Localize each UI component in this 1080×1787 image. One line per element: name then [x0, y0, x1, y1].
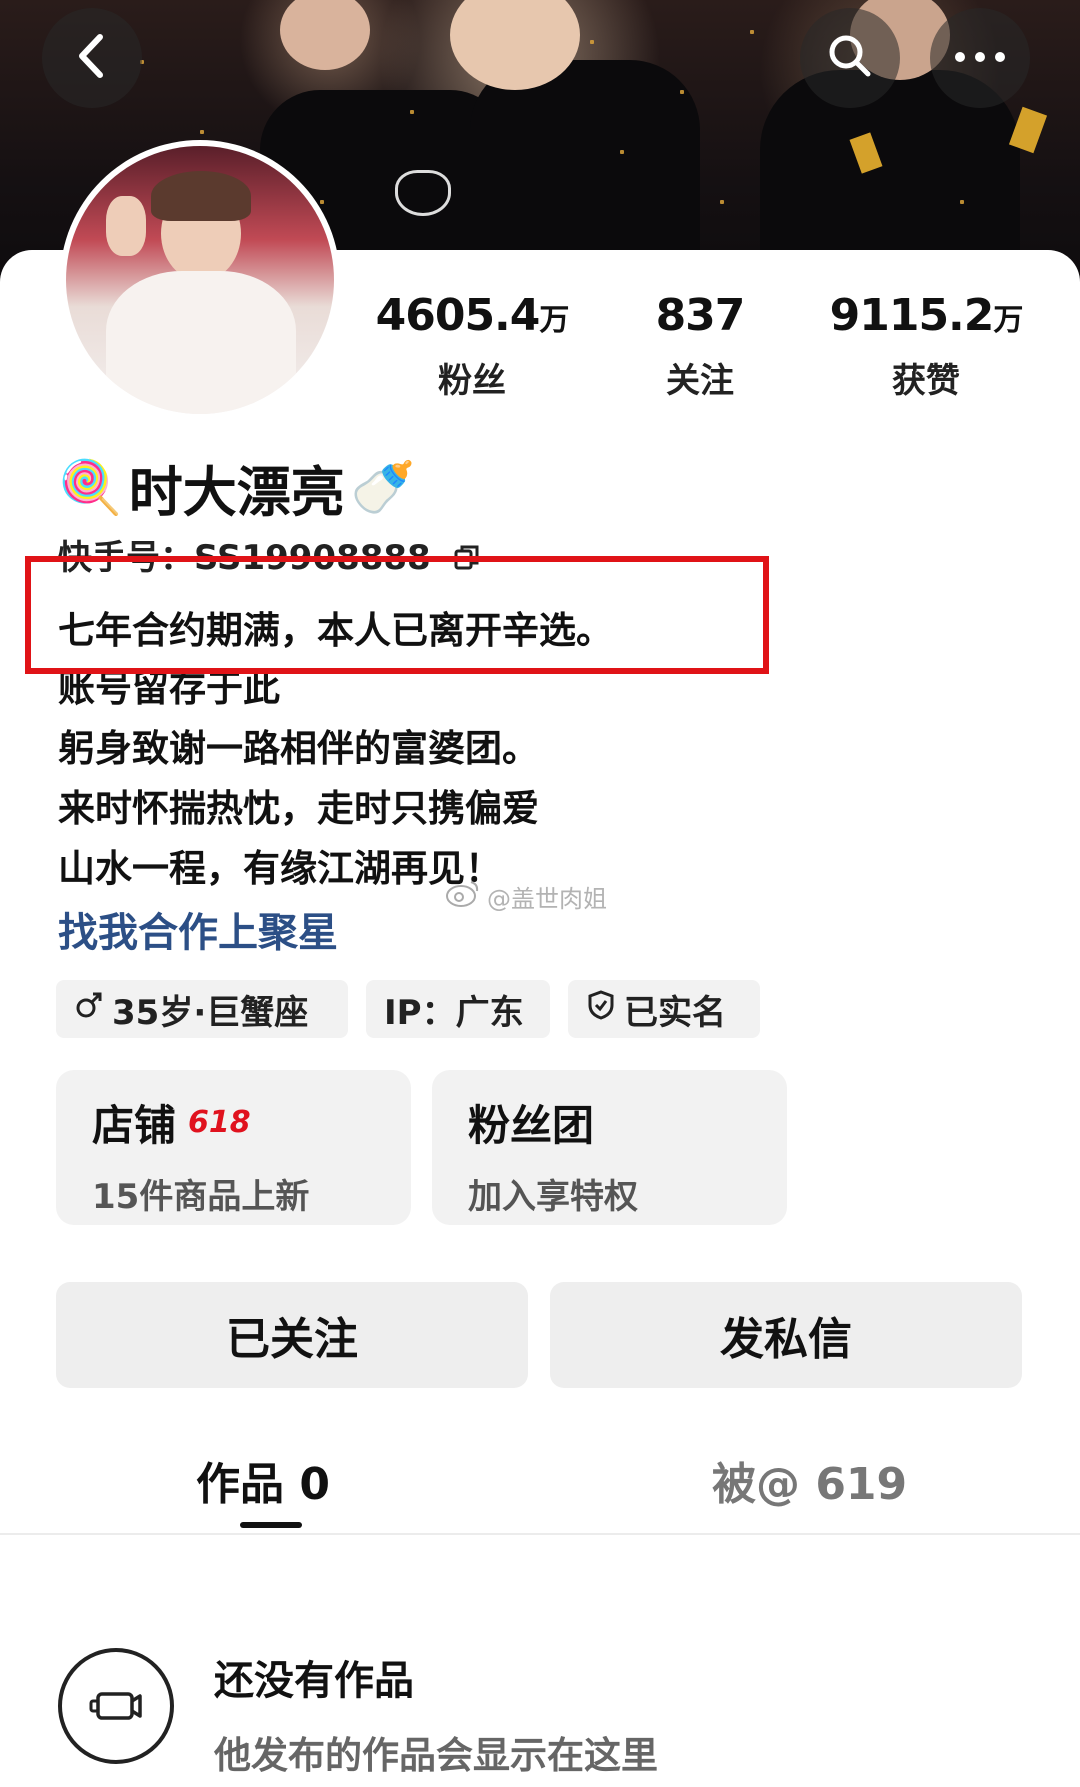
stat-likes[interactable]: 9115.2万 获赞 [826, 290, 1026, 402]
confetti [960, 200, 964, 204]
tabs-divider [0, 1533, 1080, 1535]
fan-club-card[interactable]: 粉丝团 加入享特权 [432, 1070, 787, 1225]
active-tab-indicator [240, 1522, 302, 1528]
watermark-text: @盖世肉姐 [487, 884, 607, 913]
search-icon [825, 31, 875, 85]
stat-label: 关注 [666, 361, 734, 401]
stat-value: 9115.2万 [829, 290, 1024, 341]
tab-mentions[interactable]: 被@ 619 [712, 1448, 907, 1512]
confetti [750, 30, 754, 34]
more-button[interactable] [930, 8, 1030, 108]
confetti [620, 150, 624, 154]
back-button[interactable] [42, 8, 142, 108]
empty-state-title: 还没有作品 [214, 1658, 414, 1704]
stat-value: 837 [655, 290, 746, 341]
avatar-image [66, 146, 334, 414]
ip-tag-text: IP：广东 [384, 992, 524, 1033]
verified-tag[interactable]: 已实名 [568, 980, 760, 1038]
confetti [720, 200, 724, 204]
avatar-hand [106, 196, 146, 256]
profile-name: 时大漂亮 [128, 461, 345, 524]
bio-line: 山水一程，有缘江湖再见！ [58, 847, 502, 890]
search-button[interactable] [800, 8, 900, 108]
confetti [590, 40, 594, 44]
following-button[interactable]: 已关注 [56, 1282, 528, 1388]
stat-fans[interactable]: 4605.4万 粉丝 [372, 290, 572, 402]
bio-line: 躬身致谢一路相伴的富婆团。 [58, 727, 539, 770]
name-row: 🍭 时大漂亮 🍼 [58, 448, 416, 527]
confetti [200, 130, 204, 134]
stat-following[interactable]: 837 关注 [600, 290, 800, 402]
video-camera-icon [58, 1648, 174, 1764]
cover-brooch [395, 170, 451, 216]
confetti [680, 90, 684, 94]
male-icon [74, 989, 104, 1029]
highlight-box [25, 556, 769, 674]
stat-label: 获赞 [892, 361, 960, 401]
fan-club-card-subtitle: 加入享特权 [468, 1177, 638, 1217]
bio-line: 来时怀揣热忱，走时只携偏爱 [58, 787, 539, 830]
verified-tag-text: 已实名 [624, 992, 726, 1033]
fan-club-card-label: 粉丝团 [468, 1101, 595, 1150]
shop-card-label: 店铺 [92, 1101, 177, 1150]
age-tag: 35岁·巨蟹座 [56, 980, 348, 1038]
watermark: @盖世肉姐 [445, 878, 607, 914]
618-badge: 618 [188, 1105, 251, 1140]
weibo-icon [445, 878, 481, 914]
avatar-hair [151, 171, 251, 221]
shop-card-title: 店铺 618 [92, 1092, 375, 1153]
message-button[interactable]: 发私信 [550, 1282, 1022, 1388]
tab-works[interactable]: 作品 0 [196, 1448, 330, 1512]
cooperation-link[interactable]: 找我合作上聚星 [58, 900, 338, 958]
stat-value: 4605.4万 [375, 290, 570, 341]
shop-card-subtitle: 15件商品上新 [92, 1177, 310, 1217]
avatar-body [106, 271, 296, 414]
cover-accent [1008, 106, 1048, 154]
ip-tag: IP：广东 [366, 980, 550, 1038]
confetti [410, 110, 414, 114]
lollipop-icon: 🍭 [58, 458, 123, 518]
stat-label: 粉丝 [438, 361, 506, 401]
age-tag-text: 35岁·巨蟹座 [112, 992, 309, 1033]
confetti [320, 200, 324, 204]
baby-bottle-icon: 🍼 [350, 458, 416, 518]
fan-club-card-title: 粉丝团 [468, 1092, 751, 1153]
avatar[interactable] [60, 140, 340, 420]
shield-check-icon [586, 989, 616, 1030]
more-horizontal-icon [952, 49, 1008, 68]
chevron-left-icon [72, 31, 112, 85]
cover-face [280, 0, 370, 70]
shop-card[interactable]: 店铺 618 15件商品上新 [56, 1070, 411, 1225]
empty-state-subtitle: 他发布的作品会显示在这里 [214, 1734, 658, 1777]
